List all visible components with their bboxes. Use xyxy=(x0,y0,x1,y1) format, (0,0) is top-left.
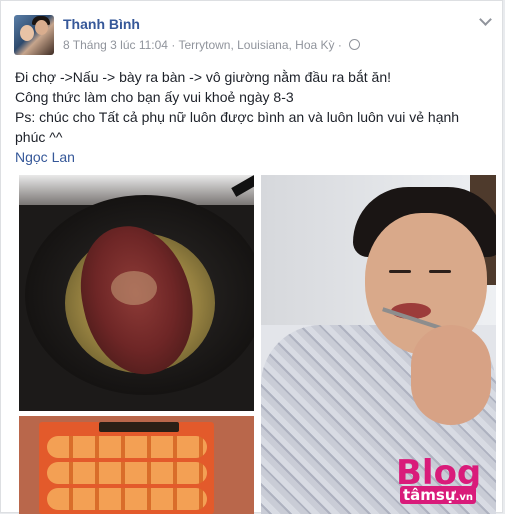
post-timestamp[interactable]: 8 Tháng 3 lúc 11:04 xyxy=(63,38,168,52)
author-name[interactable]: Thanh Bình xyxy=(63,16,140,32)
author-avatar[interactable] xyxy=(14,15,54,55)
post-text: Đi chợ ->Nấu -> bày ra bàn -> vô giường … xyxy=(15,67,495,167)
globe-icon[interactable] xyxy=(349,39,361,51)
post-line: Đi chợ ->Nấu -> bày ra bàn -> vô giường … xyxy=(15,69,391,85)
photo-sweets-box[interactable] xyxy=(19,416,254,514)
meta-separator: · xyxy=(171,38,176,52)
post-line: phúc ^^ xyxy=(15,129,63,145)
meta-separator: · xyxy=(337,38,342,52)
post-meta: 8 Tháng 3 lúc 11:04 · Terrytown, Louisia… xyxy=(63,38,361,52)
photo-steak[interactable] xyxy=(19,175,254,411)
post-line: Ps: chúc cho Tất cả phụ nữ luôn được bìn… xyxy=(15,109,460,125)
chevron-down-icon[interactable] xyxy=(479,13,492,26)
tagged-user-link[interactable]: Ngọc Lan xyxy=(15,147,495,167)
blog-watermark: Blog tâmsự.vn xyxy=(396,456,496,510)
watermark-brand: Blog xyxy=(396,453,482,493)
post-line: Công thức làm cho bạn ấy vui khoẻ ngày 8… xyxy=(15,89,294,105)
watermark-sub: tâmsự.vn xyxy=(400,486,476,504)
facebook-post: Thanh Bình 8 Tháng 3 lúc 11:04 · Terryto… xyxy=(0,0,503,514)
post-location[interactable]: Terrytown, Louisiana, Hoa Kỳ xyxy=(178,38,334,52)
